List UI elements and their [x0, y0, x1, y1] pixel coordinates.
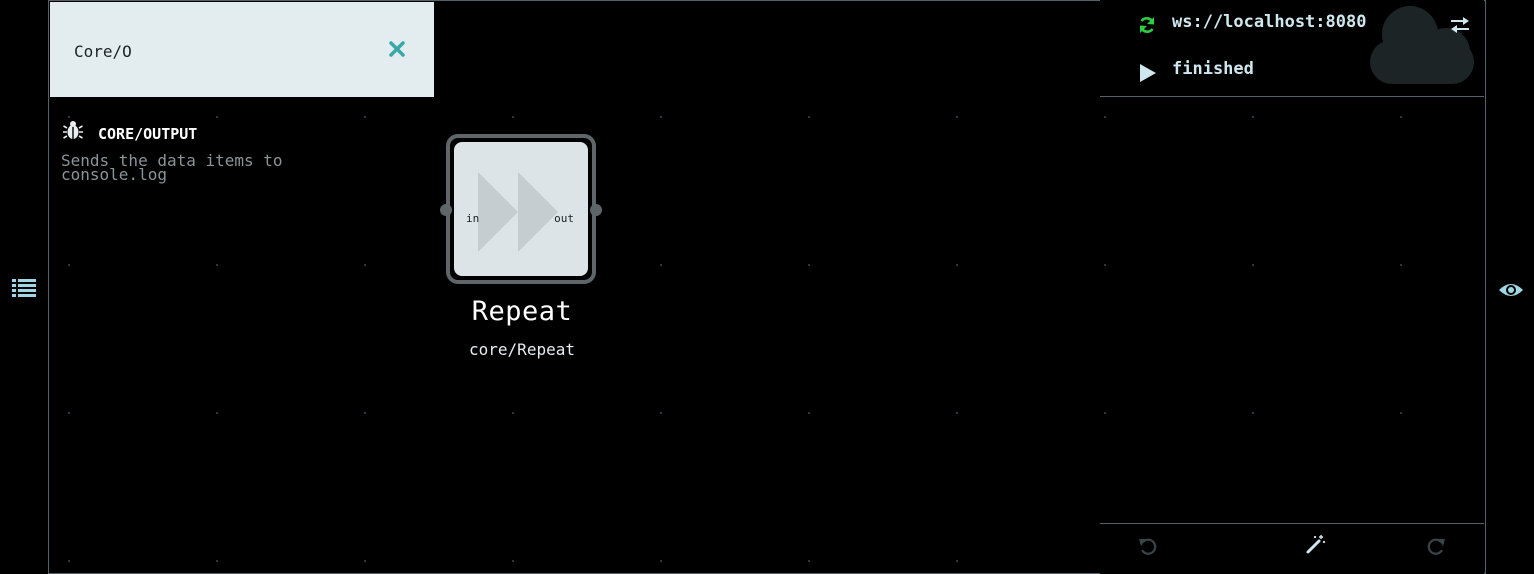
inport-handle[interactable]: [440, 204, 452, 216]
bug-icon: [63, 121, 83, 139]
undo-icon[interactable]: [1138, 536, 1158, 556]
list-icon[interactable]: [12, 278, 36, 298]
node-body[interactable]: in out: [446, 134, 596, 284]
outport-label: out: [554, 212, 574, 225]
fast-forward-icon: [478, 172, 558, 252]
inspector-rail: [1485, 0, 1534, 574]
history-toolbar: [1100, 523, 1484, 574]
close-icon[interactable]: [388, 40, 406, 58]
component-search-input[interactable]: [74, 38, 374, 64]
runtime-header: ws://localhost:8080 finished: [1100, 0, 1484, 97]
library-rail: [0, 0, 49, 574]
node-title: Repeat: [471, 296, 573, 327]
swap-icon[interactable]: [1450, 16, 1470, 34]
result-description: Sends the data items to console.log: [61, 151, 283, 184]
play-icon[interactable]: [1140, 64, 1156, 82]
node-component-name: core/Repeat: [469, 340, 575, 359]
runtime-status: finished: [1172, 59, 1254, 79]
graph-node-repeat[interactable]: in out: [440, 134, 602, 284]
refresh-icon[interactable]: [1138, 16, 1156, 34]
result-title: CORE/OUTPUT: [98, 125, 198, 143]
inport-label: in: [466, 212, 480, 225]
node-face: in out: [454, 142, 588, 276]
runtime-url: ws://localhost:8080: [1172, 12, 1367, 32]
redo-icon[interactable]: [1426, 536, 1446, 556]
magic-wand-icon[interactable]: [1306, 534, 1326, 554]
eye-icon[interactable]: [1498, 280, 1524, 300]
outport-handle[interactable]: [590, 204, 602, 216]
runtime-panel: ws://localhost:8080 finished: [1100, 0, 1484, 574]
component-search-panel: [50, 2, 434, 97]
